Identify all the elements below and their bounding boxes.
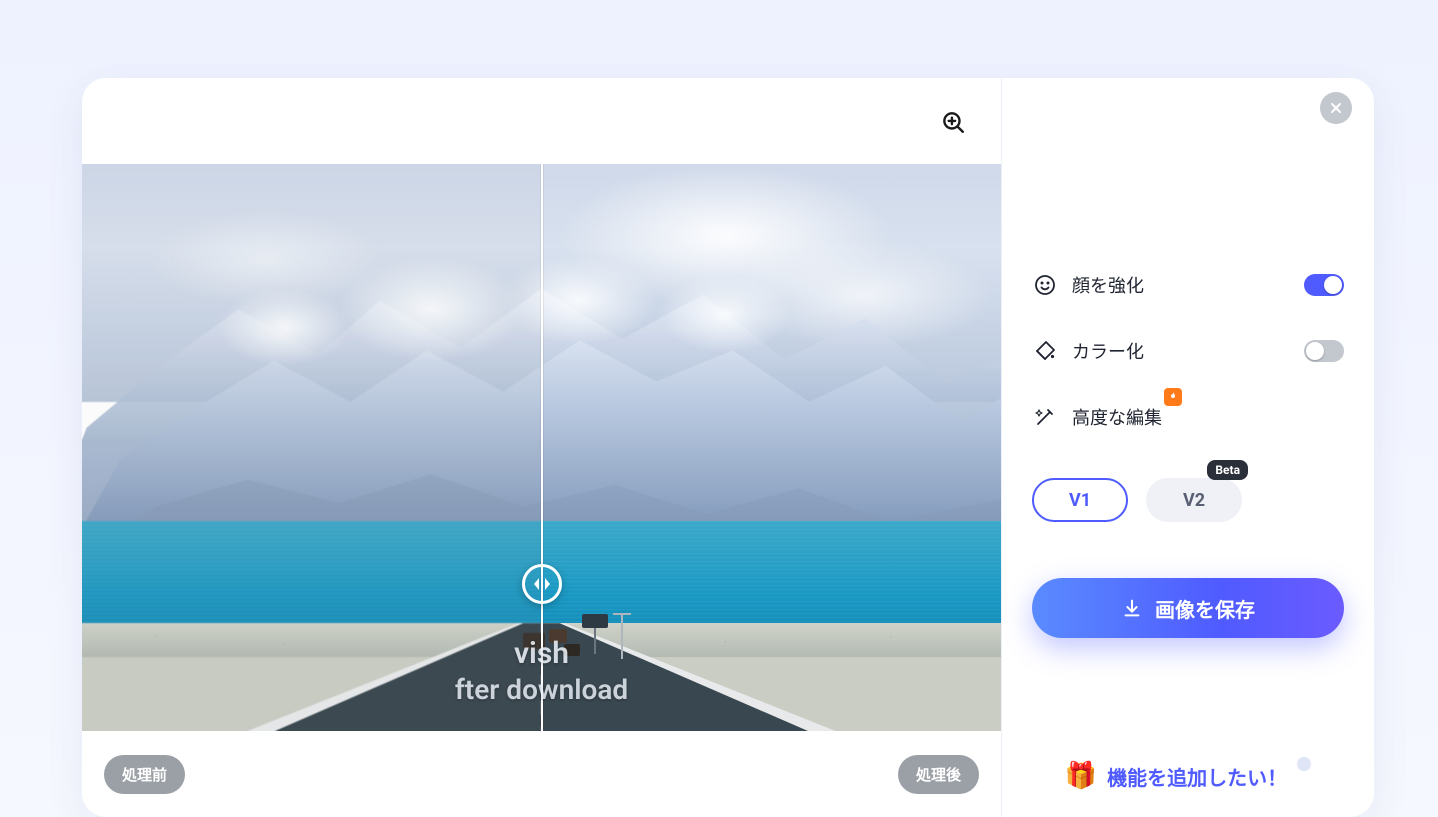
viewer-bottombar: 処理前 処理後	[82, 731, 1001, 817]
slider-handle-icon	[530, 572, 554, 596]
paint-bucket-icon	[1032, 338, 1058, 364]
zoom-in-icon	[940, 109, 966, 135]
comparison-slider-handle[interactable]	[522, 564, 562, 604]
option-label: 顔を強化	[1072, 272, 1144, 298]
editor-modal: vish fter download 処理前 処理後	[82, 78, 1374, 817]
viewer-topbar	[82, 78, 1001, 164]
before-label-pill[interactable]: 処理前	[104, 755, 185, 794]
feature-request-label: 機能を追加したい！	[1107, 762, 1287, 791]
version-v1-button[interactable]: V1	[1032, 478, 1128, 522]
magic-wand-icon	[1032, 404, 1058, 430]
close-icon	[1328, 100, 1344, 116]
zoom-in-button[interactable]	[933, 102, 973, 142]
version-selector: V1 V2 Beta	[1032, 478, 1344, 522]
face-enhance-toggle[interactable]	[1304, 274, 1344, 296]
save-image-button[interactable]: 画像を保存	[1032, 578, 1344, 638]
save-button-label: 画像を保存	[1155, 594, 1255, 623]
comparison-divider	[541, 164, 543, 731]
option-colorize: カラー化	[1032, 338, 1344, 364]
close-button[interactable]	[1320, 92, 1352, 124]
version-label: V2	[1183, 490, 1205, 511]
fire-icon	[1167, 391, 1179, 403]
settings-sidebar: 顔を強化 カラー化	[1002, 78, 1374, 817]
download-icon	[1121, 597, 1143, 619]
colorize-toggle[interactable]	[1304, 340, 1344, 362]
comparison-image[interactable]: vish fter download	[82, 164, 1001, 731]
gift-icon: 🎁	[1065, 761, 1097, 791]
version-label: V1	[1069, 490, 1091, 511]
feature-request-link[interactable]: 🎁 機能を追加したい！	[1032, 761, 1344, 797]
version-v2-button[interactable]: V2 Beta	[1146, 478, 1242, 522]
after-label-pill[interactable]: 処理後	[898, 755, 979, 794]
option-label: カラー化	[1072, 338, 1144, 364]
image-comparison-panel: vish fter download 処理前 処理後	[82, 78, 1002, 817]
beta-badge: Beta	[1207, 460, 1248, 480]
option-label: 高度な編集	[1072, 404, 1162, 430]
hot-badge	[1164, 388, 1182, 406]
option-face-enhance: 顔を強化	[1032, 272, 1344, 298]
options-list: 顔を強化 カラー化	[1032, 272, 1344, 430]
option-advanced-edit[interactable]: 高度な編集	[1032, 404, 1344, 430]
notification-dot	[1297, 757, 1311, 771]
face-icon	[1032, 272, 1058, 298]
